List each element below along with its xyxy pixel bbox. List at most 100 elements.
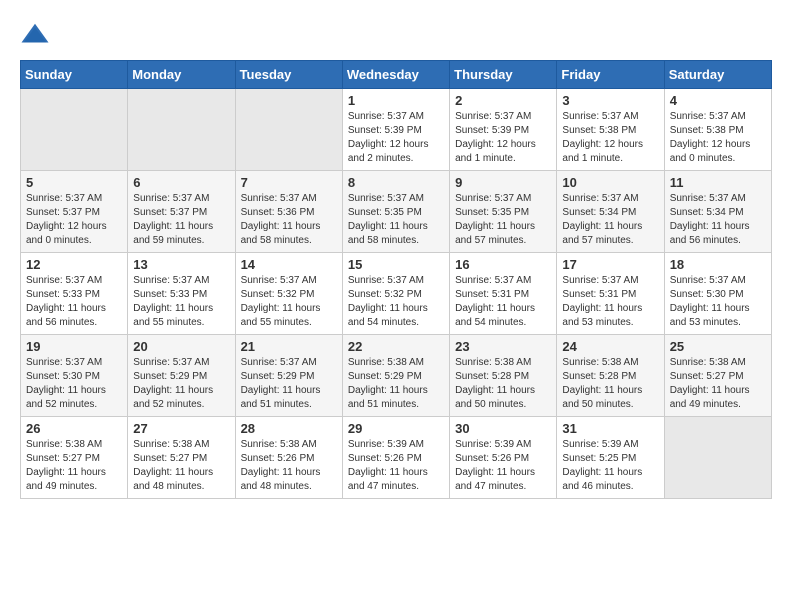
day-number: 24 <box>562 339 658 354</box>
day-info: Sunrise: 5:37 AM Sunset: 5:38 PM Dayligh… <box>562 110 658 166</box>
day-info: Sunrise: 5:37 AM Sunset: 5:35 PM Dayligh… <box>455 192 551 248</box>
day-info: Sunrise: 5:37 AM Sunset: 5:39 PM Dayligh… <box>455 110 551 166</box>
day-info: Sunrise: 5:37 AM Sunset: 5:32 PM Dayligh… <box>241 274 337 330</box>
day-number: 6 <box>133 175 229 190</box>
day-number: 5 <box>26 175 122 190</box>
day-info: Sunrise: 5:38 AM Sunset: 5:27 PM Dayligh… <box>26 438 122 494</box>
weekday-header-friday: Friday <box>557 61 664 89</box>
calendar-week-5: 26 Sunrise: 5:38 AM Sunset: 5:27 PM Dayli… <box>21 417 772 499</box>
day-info: Sunrise: 5:37 AM Sunset: 5:35 PM Dayligh… <box>348 192 444 248</box>
calendar-cell <box>128 89 235 171</box>
day-info: Sunrise: 5:37 AM Sunset: 5:30 PM Dayligh… <box>26 356 122 412</box>
calendar-cell <box>664 417 771 499</box>
day-info: Sunrise: 5:37 AM Sunset: 5:33 PM Dayligh… <box>133 274 229 330</box>
calendar-cell: 12 Sunrise: 5:37 AM Sunset: 5:33 PM Dayli… <box>21 253 128 335</box>
calendar-cell: 6 Sunrise: 5:37 AM Sunset: 5:37 PM Daylig… <box>128 171 235 253</box>
calendar-cell: 21Sunrise: 5:37 AM Sunset: 5:29 PM Dayli… <box>235 335 342 417</box>
calendar-cell: 5 Sunrise: 5:37 AM Sunset: 5:37 PM Daylig… <box>21 171 128 253</box>
day-number: 20 <box>133 339 229 354</box>
calendar-cell: 3Sunrise: 5:37 AM Sunset: 5:38 PM Daylig… <box>557 89 664 171</box>
day-info: Sunrise: 5:39 AM Sunset: 5:26 PM Dayligh… <box>348 438 444 494</box>
logo-icon <box>20 20 50 50</box>
calendar-cell: 17 Sunrise: 5:37 AM Sunset: 5:31 PM Dayli… <box>557 253 664 335</box>
day-info: Sunrise: 5:38 AM Sunset: 5:28 PM Dayligh… <box>562 356 658 412</box>
day-number: 31 <box>562 421 658 436</box>
calendar-cell: 27Sunrise: 5:38 AM Sunset: 5:27 PM Dayli… <box>128 417 235 499</box>
day-info: Sunrise: 5:37 AM Sunset: 5:29 PM Dayligh… <box>241 356 337 412</box>
day-number: 23 <box>455 339 551 354</box>
day-number: 27 <box>133 421 229 436</box>
day-number: 29 <box>348 421 444 436</box>
day-info: Sunrise: 5:38 AM Sunset: 5:29 PM Dayligh… <box>348 356 444 412</box>
calendar-cell: 8 Sunrise: 5:37 AM Sunset: 5:35 PM Daylig… <box>342 171 449 253</box>
calendar-cell: 11 Sunrise: 5:37 AM Sunset: 5:34 PM Dayli… <box>664 171 771 253</box>
day-number: 10 <box>562 175 658 190</box>
day-number: 17 <box>562 257 658 272</box>
calendar-cell: 18 Sunrise: 5:37 AM Sunset: 5:30 PM Dayli… <box>664 253 771 335</box>
calendar-cell: 20 Sunrise: 5:37 AM Sunset: 5:29 PM Dayli… <box>128 335 235 417</box>
day-number: 4 <box>670 93 766 108</box>
day-info: Sunrise: 5:37 AM Sunset: 5:30 PM Dayligh… <box>670 274 766 330</box>
day-info: Sunrise: 5:39 AM Sunset: 5:26 PM Dayligh… <box>455 438 551 494</box>
calendar-cell: 31Sunrise: 5:39 AM Sunset: 5:25 PM Dayli… <box>557 417 664 499</box>
day-number: 11 <box>670 175 766 190</box>
day-info: Sunrise: 5:38 AM Sunset: 5:26 PM Dayligh… <box>241 438 337 494</box>
day-number: 12 <box>26 257 122 272</box>
calendar-week-4: 19Sunrise: 5:37 AM Sunset: 5:30 PM Dayli… <box>21 335 772 417</box>
day-number: 9 <box>455 175 551 190</box>
weekday-header-saturday: Saturday <box>664 61 771 89</box>
day-info: Sunrise: 5:38 AM Sunset: 5:27 PM Dayligh… <box>670 356 766 412</box>
calendar-cell: 13 Sunrise: 5:37 AM Sunset: 5:33 PM Dayli… <box>128 253 235 335</box>
day-number: 13 <box>133 257 229 272</box>
day-number: 22 <box>348 339 444 354</box>
calendar-cell <box>21 89 128 171</box>
weekday-header-row: SundayMondayTuesdayWednesdayThursdayFrid… <box>21 61 772 89</box>
day-number: 26 <box>26 421 122 436</box>
weekday-header-tuesday: Tuesday <box>235 61 342 89</box>
calendar-cell: 14 Sunrise: 5:37 AM Sunset: 5:32 PM Dayli… <box>235 253 342 335</box>
calendar-week-3: 12 Sunrise: 5:37 AM Sunset: 5:33 PM Dayli… <box>21 253 772 335</box>
calendar-cell: 30 Sunrise: 5:39 AM Sunset: 5:26 PM Dayli… <box>450 417 557 499</box>
weekday-header-thursday: Thursday <box>450 61 557 89</box>
day-info: Sunrise: 5:37 AM Sunset: 5:34 PM Dayligh… <box>670 192 766 248</box>
day-number: 8 <box>348 175 444 190</box>
day-number: 28 <box>241 421 337 436</box>
day-info: Sunrise: 5:37 AM Sunset: 5:37 PM Dayligh… <box>26 192 122 248</box>
calendar-cell: 16Sunrise: 5:37 AM Sunset: 5:31 PM Dayli… <box>450 253 557 335</box>
calendar-week-2: 5 Sunrise: 5:37 AM Sunset: 5:37 PM Daylig… <box>21 171 772 253</box>
day-info: Sunrise: 5:37 AM Sunset: 5:37 PM Dayligh… <box>133 192 229 248</box>
calendar-week-1: 1 Sunrise: 5:37 AM Sunset: 5:39 PM Daylig… <box>21 89 772 171</box>
calendar-cell: 29 Sunrise: 5:39 AM Sunset: 5:26 PM Dayli… <box>342 417 449 499</box>
calendar-cell: 2Sunrise: 5:37 AM Sunset: 5:39 PM Daylig… <box>450 89 557 171</box>
day-number: 15 <box>348 257 444 272</box>
day-number: 25 <box>670 339 766 354</box>
logo <box>20 20 54 50</box>
calendar-cell: 24 Sunrise: 5:38 AM Sunset: 5:28 PM Dayli… <box>557 335 664 417</box>
calendar-cell: 19Sunrise: 5:37 AM Sunset: 5:30 PM Dayli… <box>21 335 128 417</box>
day-info: Sunrise: 5:38 AM Sunset: 5:28 PM Dayligh… <box>455 356 551 412</box>
calendar-cell: 7Sunrise: 5:37 AM Sunset: 5:36 PM Daylig… <box>235 171 342 253</box>
day-number: 1 <box>348 93 444 108</box>
weekday-header-sunday: Sunday <box>21 61 128 89</box>
calendar-cell: 15Sunrise: 5:37 AM Sunset: 5:32 PM Dayli… <box>342 253 449 335</box>
calendar-cell: 10 Sunrise: 5:37 AM Sunset: 5:34 PM Dayli… <box>557 171 664 253</box>
page-header <box>20 20 772 50</box>
day-info: Sunrise: 5:37 AM Sunset: 5:39 PM Dayligh… <box>348 110 444 166</box>
weekday-header-monday: Monday <box>128 61 235 89</box>
calendar-cell: 23 Sunrise: 5:38 AM Sunset: 5:28 PM Dayli… <box>450 335 557 417</box>
day-info: Sunrise: 5:37 AM Sunset: 5:38 PM Dayligh… <box>670 110 766 166</box>
day-info: Sunrise: 5:37 AM Sunset: 5:34 PM Dayligh… <box>562 192 658 248</box>
calendar-cell: 26 Sunrise: 5:38 AM Sunset: 5:27 PM Dayli… <box>21 417 128 499</box>
calendar-cell: 22 Sunrise: 5:38 AM Sunset: 5:29 PM Dayli… <box>342 335 449 417</box>
weekday-header-wednesday: Wednesday <box>342 61 449 89</box>
calendar-cell: 4 Sunrise: 5:37 AM Sunset: 5:38 PM Daylig… <box>664 89 771 171</box>
day-number: 18 <box>670 257 766 272</box>
day-info: Sunrise: 5:37 AM Sunset: 5:36 PM Dayligh… <box>241 192 337 248</box>
day-info: Sunrise: 5:37 AM Sunset: 5:31 PM Dayligh… <box>562 274 658 330</box>
calendar-cell: 1 Sunrise: 5:37 AM Sunset: 5:39 PM Daylig… <box>342 89 449 171</box>
day-number: 14 <box>241 257 337 272</box>
day-info: Sunrise: 5:37 AM Sunset: 5:33 PM Dayligh… <box>26 274 122 330</box>
day-info: Sunrise: 5:37 AM Sunset: 5:29 PM Dayligh… <box>133 356 229 412</box>
day-number: 30 <box>455 421 551 436</box>
calendar-table: SundayMondayTuesdayWednesdayThursdayFrid… <box>20 60 772 499</box>
